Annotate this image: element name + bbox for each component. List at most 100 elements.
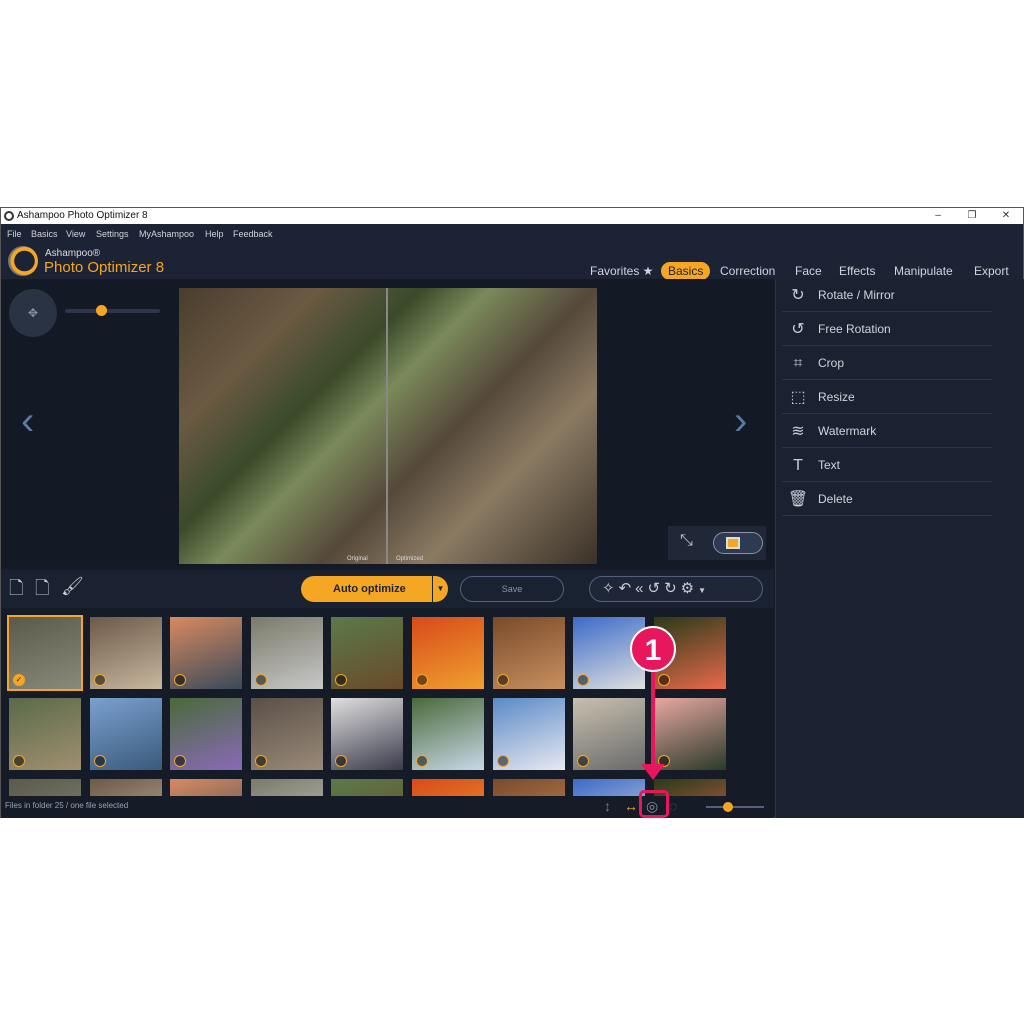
select-checkbox[interactable] bbox=[93, 674, 106, 686]
bottom-toolbar: 🗋 🗋 🖌 Auto optimize ▼ Save ✧↶«↺↻⚙▼ bbox=[1, 570, 774, 608]
thumbnail[interactable] bbox=[412, 617, 484, 689]
menu-view[interactable]: View bbox=[66, 229, 85, 239]
window-title: Ashampoo Photo Optimizer 8 bbox=[17, 210, 148, 221]
undo-icon[interactable]: ↶ bbox=[619, 580, 636, 597]
tab-favorites[interactable]: Favorites ★ bbox=[583, 262, 660, 280]
watermark-item[interactable]: ≋ Watermark bbox=[782, 415, 992, 448]
menu-myashampoo[interactable]: MyAshampoo bbox=[139, 229, 194, 239]
thumbnail[interactable] bbox=[9, 779, 81, 796]
thumbnail[interactable] bbox=[573, 698, 646, 770]
zoom-slider[interactable] bbox=[65, 305, 160, 316]
menu-help[interactable]: Help bbox=[205, 229, 224, 239]
menu-bar: File Basics View Settings MyAshampoo Hel… bbox=[1, 224, 1023, 280]
thumbnail[interactable] bbox=[170, 698, 243, 770]
pan-navigator[interactable]: ✥ bbox=[9, 289, 57, 337]
tab-effects[interactable]: Effects bbox=[832, 262, 882, 280]
tab-manipulate[interactable]: Manipulate bbox=[887, 262, 960, 280]
select-checkbox[interactable] bbox=[254, 755, 267, 767]
thumbnail[interactable] bbox=[331, 698, 404, 770]
magic-wand-icon[interactable]: ✧ bbox=[602, 580, 619, 597]
add-file-icon[interactable]: 🗋 bbox=[9, 576, 23, 606]
next-image-arrow-icon[interactable]: › bbox=[734, 399, 747, 444]
select-checkbox[interactable] bbox=[416, 674, 428, 686]
select-checkbox[interactable] bbox=[657, 674, 670, 686]
crop-item[interactable]: ⌗ Crop bbox=[782, 347, 992, 380]
close-button[interactable]: ✕ bbox=[989, 208, 1023, 224]
thumbnail[interactable] bbox=[89, 779, 162, 796]
delete-item[interactable]: 🗑 Delete bbox=[782, 483, 992, 516]
free-rotation-item[interactable]: ↺ Free Rotation bbox=[782, 313, 992, 346]
highlight-box bbox=[639, 790, 669, 818]
previous-image-arrow-icon[interactable]: ‹ bbox=[21, 399, 34, 444]
minimize-button[interactable]: – bbox=[921, 208, 955, 224]
save-button[interactable]: Save bbox=[460, 576, 564, 602]
tab-correction[interactable]: Correction bbox=[713, 262, 782, 280]
select-checkbox[interactable] bbox=[335, 674, 348, 686]
select-checkbox[interactable] bbox=[93, 755, 106, 767]
select-checkbox[interactable] bbox=[174, 674, 187, 686]
thumbnail[interactable] bbox=[250, 779, 323, 796]
collapse-icon[interactable]: ⤡ bbox=[680, 532, 693, 550]
clear-brush-icon[interactable]: 🖌 bbox=[61, 576, 84, 597]
select-checkbox[interactable] bbox=[13, 755, 25, 767]
thumbnail[interactable] bbox=[331, 617, 404, 689]
thumbnail[interactable] bbox=[250, 617, 323, 689]
crop-icon: ⌗ bbox=[793, 355, 803, 372]
thumbnail[interactable] bbox=[170, 617, 243, 689]
select-checkbox[interactable] bbox=[416, 755, 428, 767]
menu-settings[interactable]: Settings bbox=[96, 229, 129, 239]
rotate-right-icon[interactable]: ↻ bbox=[664, 580, 681, 597]
zoom-slider-knob[interactable] bbox=[96, 305, 107, 316]
thumbnail[interactable] bbox=[492, 779, 565, 796]
select-checkbox[interactable] bbox=[577, 755, 590, 767]
thumbnail-size-knob[interactable] bbox=[723, 802, 733, 812]
select-checkbox[interactable] bbox=[254, 674, 267, 686]
auto-optimize-button[interactable]: Auto optimize ▼ bbox=[301, 576, 448, 602]
original-label: Original bbox=[347, 556, 368, 562]
gear-icon[interactable]: ⚙ bbox=[681, 580, 698, 597]
thumbnail[interactable] bbox=[653, 698, 726, 770]
select-checkbox[interactable] bbox=[496, 674, 509, 686]
status-text: Files in folder 25 / one file selected bbox=[5, 801, 129, 810]
add-folder-icon[interactable]: 🗋 bbox=[35, 576, 49, 606]
annotation-arrowhead bbox=[641, 764, 665, 780]
auto-optimize-dropdown[interactable]: ▼ bbox=[432, 576, 448, 602]
tab-basics[interactable]: Basics bbox=[661, 262, 711, 280]
thumbnail-size-slider[interactable] bbox=[706, 802, 764, 812]
undo-all-icon[interactable]: « bbox=[635, 580, 647, 597]
select-checkbox[interactable] bbox=[174, 755, 187, 767]
rotate-mirror-item[interactable]: ↻ Rotate / Mirror bbox=[782, 279, 992, 312]
resize-item[interactable]: ⬚ Resize bbox=[782, 381, 992, 414]
thumbnail[interactable] bbox=[250, 698, 323, 770]
tab-export[interactable]: Export bbox=[967, 262, 1016, 280]
thumbnail[interactable]: ✓ bbox=[7, 615, 83, 691]
horizontal-sort-icon[interactable]: ↔ bbox=[624, 798, 638, 814]
thumbnail[interactable] bbox=[492, 698, 565, 770]
thumbnail[interactable] bbox=[9, 698, 81, 770]
vertical-sort-icon[interactable]: ↕ bbox=[604, 798, 611, 814]
select-checkbox[interactable]: ✓ bbox=[13, 674, 25, 686]
select-checkbox[interactable] bbox=[577, 674, 590, 686]
restore-button[interactable]: ❐ bbox=[955, 208, 989, 224]
menu-file[interactable]: File bbox=[7, 229, 22, 239]
select-checkbox[interactable] bbox=[496, 755, 509, 767]
rotate-left-icon[interactable]: ↺ bbox=[648, 580, 665, 597]
thumbnail[interactable] bbox=[170, 779, 243, 796]
compare-mode-button[interactable] bbox=[713, 532, 763, 554]
menu-feedback[interactable]: Feedback bbox=[233, 229, 273, 239]
chevron-down-icon[interactable]: ▼ bbox=[698, 586, 710, 595]
free-rotation-icon: ↺ bbox=[791, 321, 805, 338]
select-checkbox[interactable] bbox=[335, 755, 348, 767]
compare-split-handle[interactable] bbox=[386, 288, 388, 564]
menu-basics[interactable]: Basics bbox=[31, 229, 58, 239]
thumbnail[interactable] bbox=[492, 617, 565, 689]
thumbnail[interactable] bbox=[573, 779, 646, 796]
thumbnail[interactable] bbox=[89, 698, 162, 770]
thumbnail[interactable] bbox=[412, 698, 484, 770]
deselect-icon[interactable]: ◌ bbox=[669, 798, 677, 814]
thumbnail[interactable] bbox=[89, 617, 162, 689]
thumbnail[interactable] bbox=[331, 779, 404, 796]
tab-face[interactable]: Face bbox=[788, 262, 829, 280]
thumbnail[interactable] bbox=[412, 779, 484, 796]
text-item[interactable]: T Text bbox=[782, 449, 992, 482]
